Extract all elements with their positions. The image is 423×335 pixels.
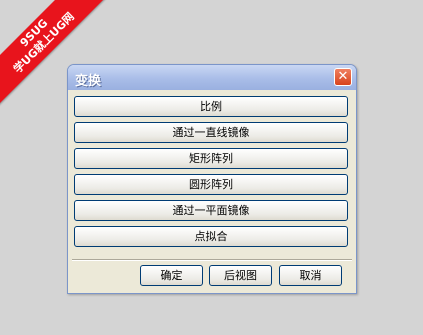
option-mirror-plane[interactable]: 通过一平面镜像 [74, 200, 348, 221]
transform-dialog: 变换 ✕ 比例 通过一直线镜像 矩形阵列 圆形阵列 通过一平面镜像 点拟合 确定… [67, 64, 357, 294]
separator [72, 259, 352, 261]
option-scale[interactable]: 比例 [74, 96, 348, 117]
option-mirror-line[interactable]: 通过一直线镜像 [74, 122, 348, 143]
dialog-title: 变换 [75, 74, 102, 89]
option-circular-array[interactable]: 圆形阵列 [74, 174, 348, 195]
cancel-button[interactable]: 取消 [279, 265, 342, 286]
ok-button[interactable]: 确定 [140, 265, 203, 286]
close-icon[interactable]: ✕ [334, 68, 352, 86]
dialog-titlebar[interactable]: 变换 ✕ [68, 65, 356, 90]
option-rectangular-array[interactable]: 矩形阵列 [74, 148, 348, 169]
back-button[interactable]: 后视图 [209, 265, 272, 286]
option-point-fit[interactable]: 点拟合 [74, 226, 348, 247]
